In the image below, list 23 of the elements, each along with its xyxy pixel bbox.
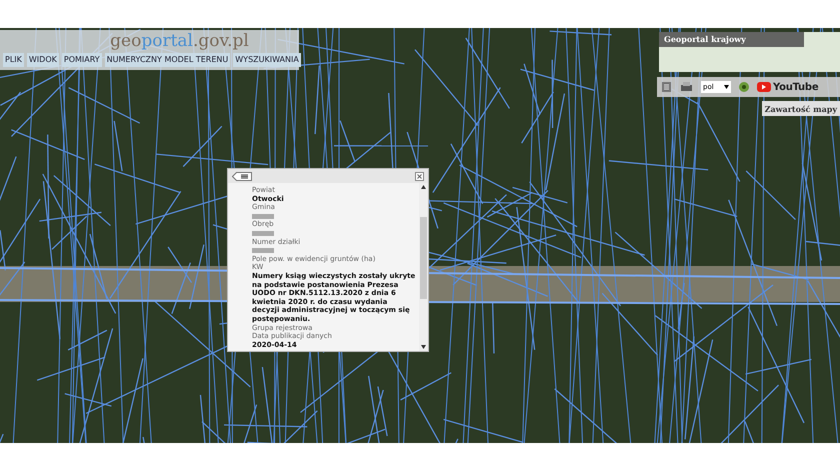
scrollbar-thumb[interactable]	[420, 217, 427, 299]
scrollbar[interactable]	[419, 183, 428, 351]
overview-title: Geoportal krajowy	[659, 32, 804, 47]
dropdown-arrow-icon	[724, 85, 729, 89]
menu-item[interactable]: PLIK	[3, 53, 24, 67]
scroll-down-icon[interactable]	[421, 345, 426, 349]
help-icon[interactable]	[739, 82, 749, 92]
play-icon	[757, 82, 771, 92]
menu-item[interactable]: WIDOK	[26, 53, 59, 67]
scroll-up-icon[interactable]	[421, 185, 426, 189]
menu-item[interactable]: NUMERYCZNY MODEL TERENU	[104, 53, 230, 67]
redacted-block	[252, 248, 274, 253]
redacted-block	[252, 230, 274, 236]
menu-item[interactable]: POMIARY	[62, 53, 102, 67]
close-icon[interactable]	[415, 172, 424, 180]
redacted-block	[252, 214, 274, 219]
menu-item[interactable]: WYSZUKIWANIA	[233, 53, 301, 67]
map-contents-button[interactable]: Zawartość mapy	[762, 101, 840, 116]
document-icon[interactable]	[661, 81, 672, 93]
overview-map[interactable]: Geoportal krajowy	[659, 32, 840, 72]
youtube-logo[interactable]: YouTube	[757, 80, 818, 94]
list-icon[interactable]	[232, 172, 252, 180]
printer-icon[interactable]	[680, 81, 693, 93]
